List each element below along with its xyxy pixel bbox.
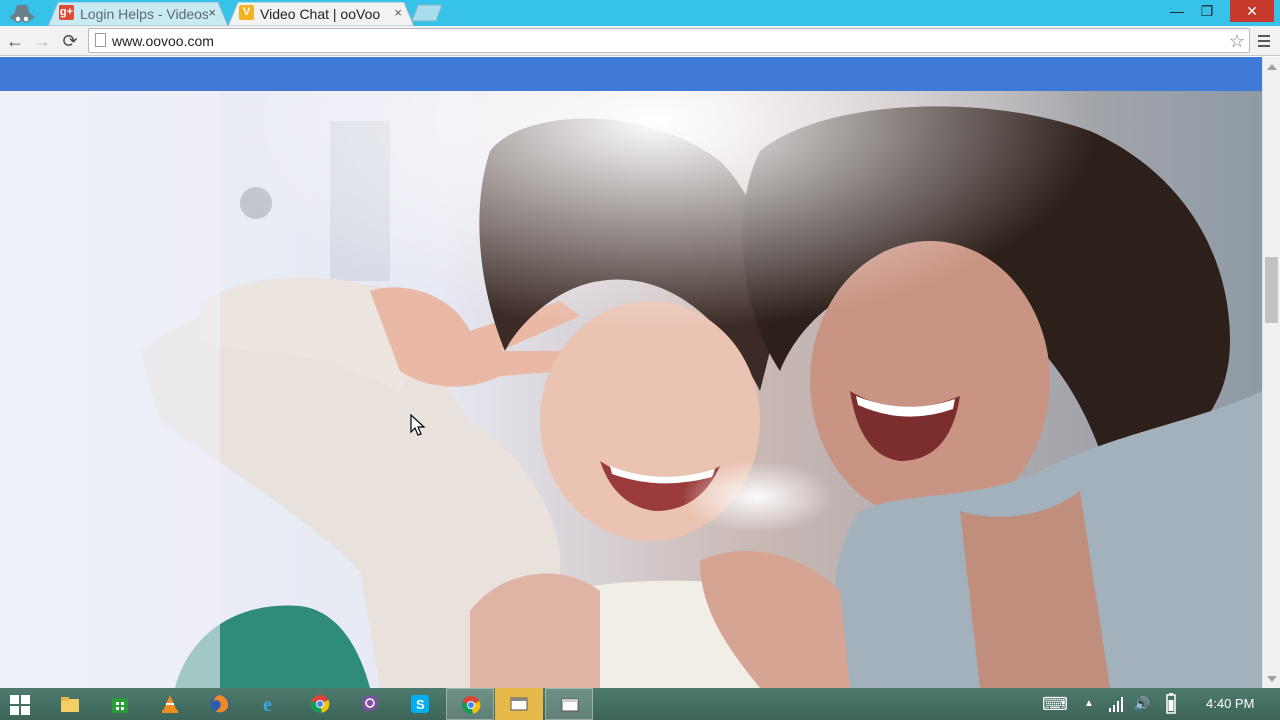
hero-photo <box>0 91 1262 688</box>
scroll-down-arrow[interactable] <box>1267 676 1277 682</box>
show-hidden-icons-icon[interactable]: ▲ <box>1084 688 1094 720</box>
keyboard-icon[interactable]: ⌨ <box>1042 688 1068 720</box>
page-icon <box>95 33 106 47</box>
forward-button[interactable]: → <box>31 30 53 52</box>
battery-icon[interactable] <box>1164 688 1178 720</box>
page-scrollbar[interactable] <box>1262 57 1280 688</box>
url-input[interactable] <box>112 32 1212 50</box>
tab-video-chat[interactable]: V Video Chat | ooVoo × <box>228 2 414 26</box>
scroll-up-arrow[interactable] <box>1267 64 1277 70</box>
close-tab-icon[interactable]: × <box>394 3 402 23</box>
scroll-thumb[interactable] <box>1265 257 1278 323</box>
close-window-button[interactable]: ✕ <box>1230 0 1274 22</box>
google-plus-icon: g+ <box>59 5 74 20</box>
close-tab-icon[interactable]: × <box>208 3 216 23</box>
address-bar[interactable]: ☆ <box>88 28 1250 53</box>
store-icon[interactable] <box>96 688 144 720</box>
web-page <box>0 57 1262 688</box>
tab-login-helps[interactable]: g+ Login Helps - Videos × <box>48 2 228 26</box>
minimize-button[interactable]: — <box>1160 0 1194 22</box>
bookmark-star-icon[interactable]: ☆ <box>1229 30 1245 52</box>
clock-time[interactable]: 4:40 PM <box>1206 688 1254 720</box>
windows-taskbar: e S ⌨ ▲ 🔊 4:40 PM <box>0 688 1280 720</box>
vlc-icon[interactable] <box>146 688 194 720</box>
site-header-bar <box>0 57 1262 91</box>
reload-button[interactable]: ⟳ <box>59 30 81 52</box>
maximize-button[interactable]: ❐ <box>1190 0 1224 22</box>
windows-start-icon[interactable] <box>10 695 30 715</box>
window-app-icon[interactable] <box>495 688 543 720</box>
chrome-menu-icon[interactable] <box>1256 32 1272 50</box>
tab-title: Video Chat | ooVoo <box>260 6 381 22</box>
signal-icon[interactable] <box>1108 688 1124 720</box>
skype-icon[interactable]: S <box>396 688 444 720</box>
mouse-cursor-icon <box>410 414 426 436</box>
back-button[interactable]: ← <box>4 30 26 52</box>
viber-icon[interactable] <box>346 688 394 720</box>
chrome-active-icon[interactable] <box>446 688 494 720</box>
chrome-icon[interactable] <box>296 688 344 720</box>
incognito-icon <box>4 0 40 24</box>
svg-text:e: e <box>263 694 272 714</box>
new-tab-button[interactable] <box>410 4 444 22</box>
window-app-icon-2[interactable] <box>545 688 593 720</box>
oovoo-icon: V <box>239 5 254 20</box>
firefox-icon[interactable] <box>196 688 244 720</box>
file-explorer-icon[interactable] <box>46 688 94 720</box>
tab-strip: g+ Login Helps - Videos × V Video Chat |… <box>0 0 1280 26</box>
volume-icon[interactable]: 🔊 <box>1134 688 1150 720</box>
svg-text:S: S <box>416 697 425 712</box>
tab-title: Login Helps - Videos <box>80 6 208 22</box>
internet-explorer-icon[interactable]: e <box>246 688 294 720</box>
browser-toolbar: ← → ⟳ ☆ <box>0 26 1280 56</box>
